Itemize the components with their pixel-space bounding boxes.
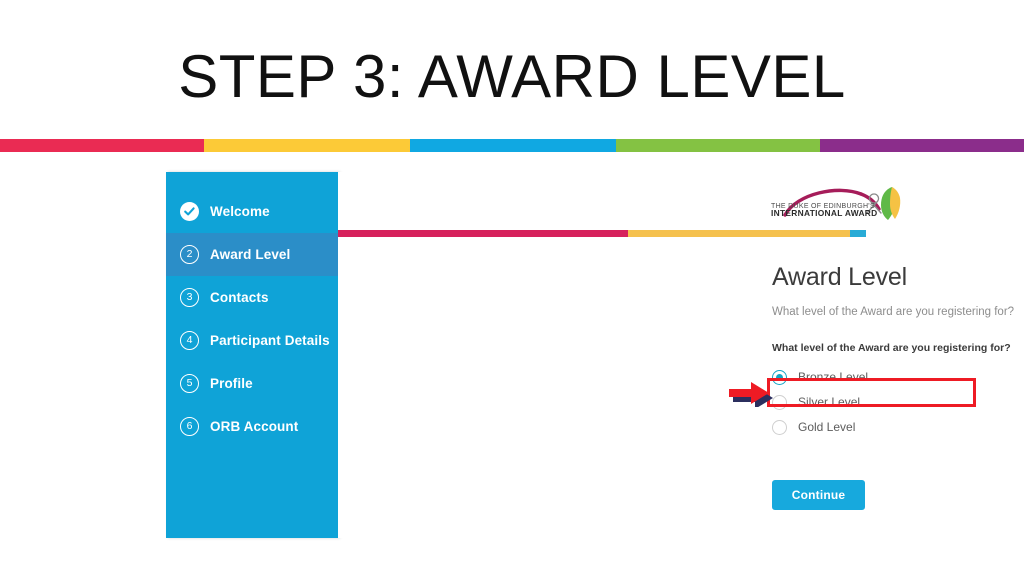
- sidebar-item-label: ORB Account: [210, 419, 299, 434]
- brand-color-band: [0, 139, 1024, 152]
- step-number-icon: 3: [180, 288, 199, 307]
- step-number-icon: 5: [180, 374, 199, 393]
- progress-segment-current: [628, 230, 851, 237]
- sidebar-item-award-level[interactable]: 2 Award Level: [166, 233, 338, 276]
- sidebar-item-label: Contacts: [210, 290, 269, 305]
- main-panel: THE DUKE OF EDINBURGH'S INTERNATIONAL AW…: [338, 172, 1014, 538]
- sidebar-item-profile[interactable]: 5 Profile: [166, 362, 338, 405]
- award-level-question-label: What level of the Award are you register…: [772, 341, 1011, 354]
- sidebar-nav: Welcome 2 Award Level 3 Contacts 4 Parti…: [166, 172, 338, 538]
- form-subtitle: What level of the Award are you register…: [772, 305, 1015, 318]
- sidebar-item-label: Participant Details: [210, 333, 330, 348]
- page-title: STEP 3: AWARD LEVEL: [178, 43, 846, 110]
- radio-option-bronze[interactable]: Bronze Level: [772, 365, 1024, 390]
- radio-selected-dot: [776, 373, 783, 381]
- application-screenshot: Welcome 2 Award Level 3 Contacts 4 Parti…: [166, 172, 1014, 542]
- award-level-form: Award Level What level of the Award are …: [772, 263, 1024, 440]
- sidebar-item-welcome[interactable]: Welcome: [166, 190, 338, 233]
- step-number-icon: 4: [180, 331, 199, 350]
- form-heading: Award Level: [772, 263, 907, 291]
- radio-option-label: Gold Level: [798, 420, 856, 434]
- sidebar-item-participant-details[interactable]: 4 Participant Details: [166, 319, 338, 362]
- progress-segment-completed: [338, 230, 629, 237]
- registration-progress-bar: [338, 230, 866, 237]
- band-segment-red: [0, 139, 204, 152]
- band-segment-purple: [820, 139, 1024, 152]
- band-segment-green: [616, 139, 820, 152]
- sidebar-item-label: Welcome: [210, 204, 270, 219]
- radio-option-gold[interactable]: Gold Level: [772, 415, 1024, 440]
- sidebar-item-contacts[interactable]: 3 Contacts: [166, 276, 338, 319]
- radio-button-icon[interactable]: [772, 369, 787, 385]
- award-level-radio-group: Bronze Level Silver Level Gold Level: [772, 365, 1024, 440]
- check-icon: [180, 202, 199, 221]
- radio-button-icon[interactable]: [772, 419, 787, 435]
- sidebar-item-label: Award Level: [210, 247, 291, 262]
- radio-button-icon[interactable]: [772, 394, 787, 410]
- sidebar-item-orb-account[interactable]: 6 ORB Account: [166, 405, 338, 448]
- red-arrow-icon: [727, 381, 773, 407]
- sidebar-item-label: Profile: [210, 376, 253, 391]
- radio-option-label: Silver Level: [798, 395, 861, 409]
- step-number-icon: 6: [180, 417, 199, 436]
- step-number-icon: 2: [180, 245, 199, 264]
- radio-option-silver[interactable]: Silver Level: [772, 390, 1024, 415]
- duke-of-edinburgh-award-logo: THE DUKE OF EDINBURGH'S INTERNATIONAL AW…: [763, 181, 913, 229]
- continue-button[interactable]: Continue: [772, 480, 865, 510]
- band-segment-yellow: [204, 139, 410, 152]
- progress-segment-remaining: [850, 230, 866, 237]
- radio-option-label: Bronze Level: [798, 370, 869, 384]
- band-segment-blue: [410, 139, 616, 152]
- svg-text:INTERNATIONAL AWARD: INTERNATIONAL AWARD: [771, 208, 878, 218]
